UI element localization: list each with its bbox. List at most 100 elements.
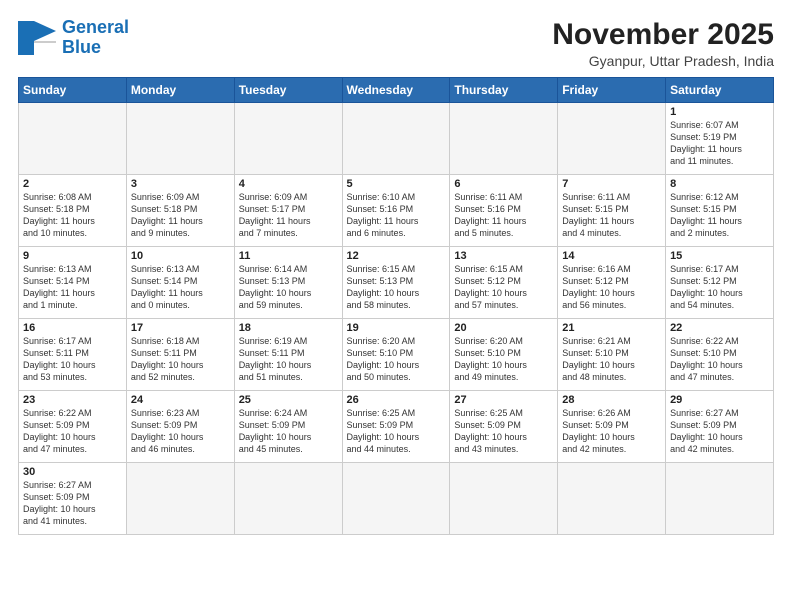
logo: General Blue — [18, 18, 129, 58]
day-number: 16 — [23, 322, 122, 334]
day-cell: 25Sunrise: 6:24 AM Sunset: 5:09 PM Dayli… — [234, 391, 342, 463]
day-cell: 30Sunrise: 6:27 AM Sunset: 5:09 PM Dayli… — [19, 463, 127, 535]
day-cell: 13Sunrise: 6:15 AM Sunset: 5:12 PM Dayli… — [450, 247, 558, 319]
day-info: Sunrise: 6:15 AM Sunset: 5:12 PM Dayligh… — [454, 263, 553, 312]
day-header-wednesday: Wednesday — [342, 78, 450, 103]
day-number: 17 — [131, 322, 230, 334]
day-info: Sunrise: 6:25 AM Sunset: 5:09 PM Dayligh… — [347, 407, 446, 456]
day-info: Sunrise: 6:25 AM Sunset: 5:09 PM Dayligh… — [454, 407, 553, 456]
day-number: 30 — [23, 466, 122, 478]
day-info: Sunrise: 6:15 AM Sunset: 5:13 PM Dayligh… — [347, 263, 446, 312]
page: General Blue November 2025 Gyanpur, Utta… — [0, 0, 792, 545]
day-cell — [126, 103, 234, 175]
day-number: 23 — [23, 394, 122, 406]
header: General Blue November 2025 Gyanpur, Utta… — [18, 18, 774, 69]
day-number: 18 — [239, 322, 338, 334]
day-number: 6 — [454, 178, 553, 190]
day-cell: 18Sunrise: 6:19 AM Sunset: 5:11 PM Dayli… — [234, 319, 342, 391]
day-cell — [666, 463, 774, 535]
day-number: 21 — [562, 322, 661, 334]
day-cell: 3Sunrise: 6:09 AM Sunset: 5:18 PM Daylig… — [126, 175, 234, 247]
day-cell — [19, 103, 127, 175]
day-cell: 15Sunrise: 6:17 AM Sunset: 5:12 PM Dayli… — [666, 247, 774, 319]
day-info: Sunrise: 6:12 AM Sunset: 5:15 PM Dayligh… — [670, 191, 769, 240]
day-cell: 10Sunrise: 6:13 AM Sunset: 5:14 PM Dayli… — [126, 247, 234, 319]
day-cell — [558, 103, 666, 175]
day-cell: 21Sunrise: 6:21 AM Sunset: 5:10 PM Dayli… — [558, 319, 666, 391]
day-cell — [342, 103, 450, 175]
day-info: Sunrise: 6:08 AM Sunset: 5:18 PM Dayligh… — [23, 191, 122, 240]
day-info: Sunrise: 6:27 AM Sunset: 5:09 PM Dayligh… — [23, 479, 122, 528]
day-number: 9 — [23, 250, 122, 262]
day-number: 27 — [454, 394, 553, 406]
day-cell: 22Sunrise: 6:22 AM Sunset: 5:10 PM Dayli… — [666, 319, 774, 391]
day-info: Sunrise: 6:16 AM Sunset: 5:12 PM Dayligh… — [562, 263, 661, 312]
day-info: Sunrise: 6:10 AM Sunset: 5:16 PM Dayligh… — [347, 191, 446, 240]
day-cell: 12Sunrise: 6:15 AM Sunset: 5:13 PM Dayli… — [342, 247, 450, 319]
week-row-5: 30Sunrise: 6:27 AM Sunset: 5:09 PM Dayli… — [19, 463, 774, 535]
day-info: Sunrise: 6:21 AM Sunset: 5:10 PM Dayligh… — [562, 335, 661, 384]
day-info: Sunrise: 6:20 AM Sunset: 5:10 PM Dayligh… — [454, 335, 553, 384]
day-cell: 26Sunrise: 6:25 AM Sunset: 5:09 PM Dayli… — [342, 391, 450, 463]
day-info: Sunrise: 6:18 AM Sunset: 5:11 PM Dayligh… — [131, 335, 230, 384]
day-header-thursday: Thursday — [450, 78, 558, 103]
calendar-table: SundayMondayTuesdayWednesdayThursdayFrid… — [18, 77, 774, 535]
header-row: SundayMondayTuesdayWednesdayThursdayFrid… — [19, 78, 774, 103]
day-number: 2 — [23, 178, 122, 190]
day-cell: 27Sunrise: 6:25 AM Sunset: 5:09 PM Dayli… — [450, 391, 558, 463]
week-row-0: 1Sunrise: 6:07 AM Sunset: 5:19 PM Daylig… — [19, 103, 774, 175]
day-number: 5 — [347, 178, 446, 190]
day-info: Sunrise: 6:26 AM Sunset: 5:09 PM Dayligh… — [562, 407, 661, 456]
day-cell: 20Sunrise: 6:20 AM Sunset: 5:10 PM Dayli… — [450, 319, 558, 391]
day-number: 28 — [562, 394, 661, 406]
day-number: 13 — [454, 250, 553, 262]
logo-text: General Blue — [62, 18, 129, 58]
day-number: 7 — [562, 178, 661, 190]
day-cell: 29Sunrise: 6:27 AM Sunset: 5:09 PM Dayli… — [666, 391, 774, 463]
day-cell: 6Sunrise: 6:11 AM Sunset: 5:16 PM Daylig… — [450, 175, 558, 247]
day-header-saturday: Saturday — [666, 78, 774, 103]
day-info: Sunrise: 6:17 AM Sunset: 5:12 PM Dayligh… — [670, 263, 769, 312]
day-number: 3 — [131, 178, 230, 190]
day-number: 20 — [454, 322, 553, 334]
day-cell: 14Sunrise: 6:16 AM Sunset: 5:12 PM Dayli… — [558, 247, 666, 319]
day-cell — [558, 463, 666, 535]
day-header-tuesday: Tuesday — [234, 78, 342, 103]
week-row-3: 16Sunrise: 6:17 AM Sunset: 5:11 PM Dayli… — [19, 319, 774, 391]
day-number: 12 — [347, 250, 446, 262]
day-cell — [342, 463, 450, 535]
day-cell — [234, 103, 342, 175]
day-info: Sunrise: 6:14 AM Sunset: 5:13 PM Dayligh… — [239, 263, 338, 312]
day-cell — [126, 463, 234, 535]
day-number: 24 — [131, 394, 230, 406]
general-blue-logo-icon — [18, 21, 56, 55]
day-info: Sunrise: 6:11 AM Sunset: 5:16 PM Dayligh… — [454, 191, 553, 240]
day-info: Sunrise: 6:23 AM Sunset: 5:09 PM Dayligh… — [131, 407, 230, 456]
day-header-monday: Monday — [126, 78, 234, 103]
day-cell: 4Sunrise: 6:09 AM Sunset: 5:17 PM Daylig… — [234, 175, 342, 247]
day-number: 11 — [239, 250, 338, 262]
day-number: 22 — [670, 322, 769, 334]
day-cell: 11Sunrise: 6:14 AM Sunset: 5:13 PM Dayli… — [234, 247, 342, 319]
title-block: November 2025 Gyanpur, Uttar Pradesh, In… — [552, 18, 774, 69]
day-cell: 28Sunrise: 6:26 AM Sunset: 5:09 PM Dayli… — [558, 391, 666, 463]
day-info: Sunrise: 6:09 AM Sunset: 5:18 PM Dayligh… — [131, 191, 230, 240]
day-cell: 8Sunrise: 6:12 AM Sunset: 5:15 PM Daylig… — [666, 175, 774, 247]
week-row-4: 23Sunrise: 6:22 AM Sunset: 5:09 PM Dayli… — [19, 391, 774, 463]
week-row-1: 2Sunrise: 6:08 AM Sunset: 5:18 PM Daylig… — [19, 175, 774, 247]
day-info: Sunrise: 6:27 AM Sunset: 5:09 PM Dayligh… — [670, 407, 769, 456]
day-number: 4 — [239, 178, 338, 190]
day-cell: 9Sunrise: 6:13 AM Sunset: 5:14 PM Daylig… — [19, 247, 127, 319]
day-number: 14 — [562, 250, 661, 262]
day-number: 26 — [347, 394, 446, 406]
day-info: Sunrise: 6:20 AM Sunset: 5:10 PM Dayligh… — [347, 335, 446, 384]
day-cell: 16Sunrise: 6:17 AM Sunset: 5:11 PM Dayli… — [19, 319, 127, 391]
day-info: Sunrise: 6:13 AM Sunset: 5:14 PM Dayligh… — [23, 263, 122, 312]
day-cell: 24Sunrise: 6:23 AM Sunset: 5:09 PM Dayli… — [126, 391, 234, 463]
day-cell: 17Sunrise: 6:18 AM Sunset: 5:11 PM Dayli… — [126, 319, 234, 391]
day-number: 10 — [131, 250, 230, 262]
day-header-sunday: Sunday — [19, 78, 127, 103]
day-cell: 7Sunrise: 6:11 AM Sunset: 5:15 PM Daylig… — [558, 175, 666, 247]
calendar-title: November 2025 — [552, 18, 774, 51]
day-info: Sunrise: 6:13 AM Sunset: 5:14 PM Dayligh… — [131, 263, 230, 312]
